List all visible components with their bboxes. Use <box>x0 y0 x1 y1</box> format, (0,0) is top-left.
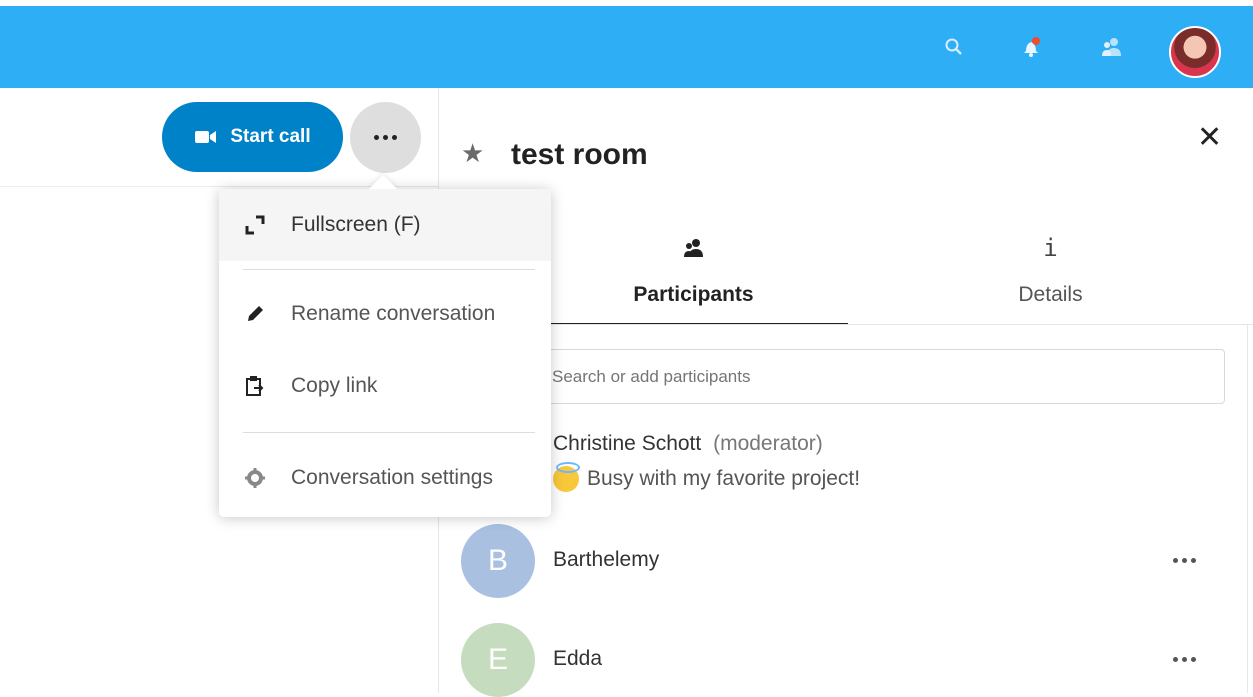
pencil-icon <box>219 304 291 324</box>
halo-emoji-icon <box>553 462 580 492</box>
start-call-button[interactable]: Start call <box>162 102 343 172</box>
conversation-sidebar: ★ test room ✕ Participants i Details Chr… <box>439 88 1253 697</box>
top-header-bar <box>0 6 1253 88</box>
participant-status: Busy with my favorite project! <box>553 462 860 492</box>
participant-role: (moderator) <box>713 432 823 455</box>
video-camera-icon <box>195 131 217 143</box>
participant-name: Edda <box>553 647 603 670</box>
participant-name: Christine Schott (moderator) <box>553 432 823 455</box>
participant-name: Barthelemy <box>553 548 660 571</box>
tab-participants[interactable]: Participants <box>539 233 848 325</box>
menu-separator <box>243 432 535 433</box>
search-icon[interactable] <box>934 6 974 88</box>
conversation-actions-menu: Fullscreen (F) Rename conversation Copy … <box>219 174 551 517</box>
tabs-divider <box>539 324 1253 325</box>
menu-item-rename[interactable]: Rename conversation <box>219 278 551 350</box>
tab-details[interactable]: i Details <box>848 233 1253 325</box>
avatar: E <box>461 623 535 697</box>
menu-separator <box>243 269 535 270</box>
participants-icon <box>539 233 848 263</box>
participant-search-input[interactable] <box>539 349 1225 404</box>
sidebar-border <box>1247 325 1248 693</box>
start-call-label: Start call <box>230 126 311 147</box>
menu-item-fullscreen[interactable]: Fullscreen (F) <box>219 189 551 261</box>
more-icon[interactable] <box>1173 558 1196 563</box>
menu-item-copy-link[interactable]: Copy link <box>219 350 551 422</box>
user-avatar[interactable] <box>1169 26 1221 78</box>
tab-label: Details <box>1018 283 1083 306</box>
menu-item-settings[interactable]: Conversation settings <box>219 442 551 514</box>
more-actions-button[interactable] <box>350 102 421 173</box>
more-icon[interactable] <box>1173 657 1196 662</box>
favorite-star-icon[interactable]: ★ <box>461 138 484 169</box>
notifications-icon[interactable] <box>1011 6 1051 88</box>
close-icon[interactable]: ✕ <box>1197 120 1222 155</box>
contacts-icon[interactable] <box>1091 6 1131 88</box>
info-icon: i <box>1043 234 1058 262</box>
avatar: B <box>461 524 535 598</box>
fullscreen-icon <box>219 214 291 236</box>
clipboard-icon <box>219 375 291 397</box>
room-title: test room <box>511 138 648 171</box>
more-icon <box>374 135 397 140</box>
gear-icon <box>219 467 291 489</box>
tab-label: Participants <box>633 283 754 306</box>
